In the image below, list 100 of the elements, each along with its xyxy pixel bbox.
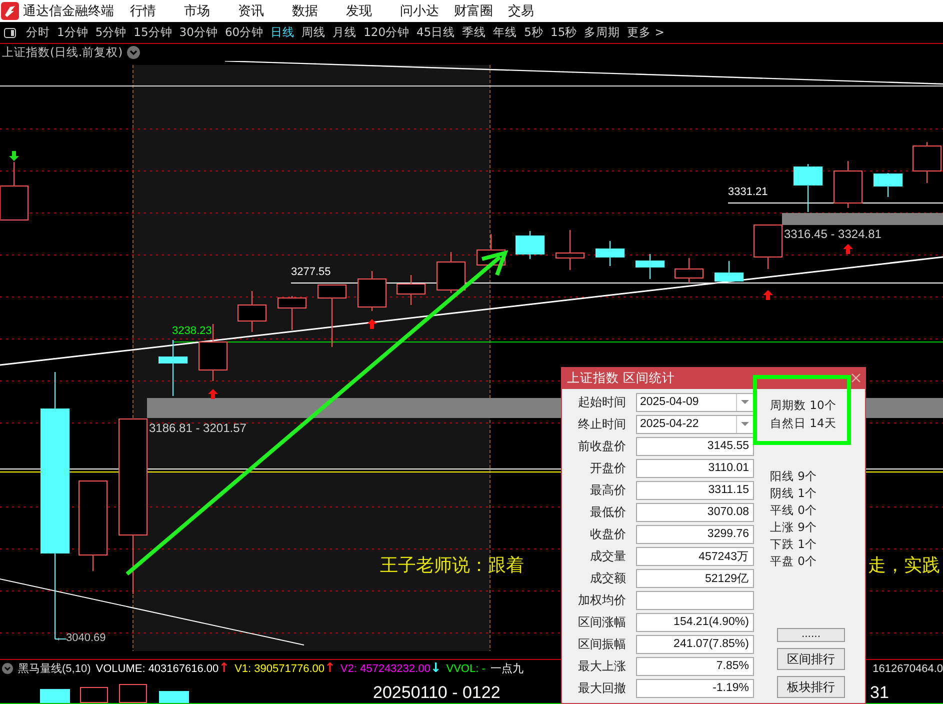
period-tab[interactable]: 日线 bbox=[270, 25, 295, 40]
period-tab[interactable]: 5分钟 bbox=[95, 25, 127, 40]
dialog-title: 上证指数 区间统计 bbox=[567, 370, 675, 386]
period-tab[interactable]: 45日线 bbox=[416, 25, 456, 40]
dialog-button[interactable]: 区间排行 bbox=[777, 648, 845, 670]
value-field: 457243万 bbox=[636, 546, 754, 566]
stat-text: 自然日 14天 bbox=[770, 415, 838, 432]
date-label: 31 bbox=[870, 683, 889, 703]
up-arrow-icon bbox=[367, 319, 377, 329]
candlestick bbox=[318, 284, 346, 348]
field-label: 最大上涨 bbox=[577, 658, 626, 674]
period-tab[interactable]: 更多 > bbox=[627, 25, 664, 40]
menu-item[interactable]: 财富圈 bbox=[454, 2, 508, 20]
menu-item[interactable]: 交易 bbox=[508, 2, 562, 20]
value-field: 3145.55 bbox=[636, 436, 754, 456]
field-label: 加权均价 bbox=[577, 592, 626, 608]
date-dropdown[interactable]: 2025-04-09 bbox=[636, 392, 754, 412]
period-tab[interactable]: 60分钟 bbox=[224, 25, 264, 40]
value-field: 3299.76 bbox=[636, 524, 754, 544]
volume-bar bbox=[40, 689, 70, 703]
price-zone-label: 3316.45 - 3324.81 bbox=[784, 227, 882, 241]
period-tab[interactable]: 多周期 bbox=[584, 25, 620, 40]
app-title: 通达信金融终端 bbox=[23, 3, 114, 20]
field-label: 开盘价 bbox=[589, 460, 626, 476]
indicator-value: VVOL: - bbox=[446, 662, 486, 674]
date-range-label: 20250110 - 0122 bbox=[373, 683, 500, 703]
field-label: 区间振幅 bbox=[577, 636, 626, 652]
banner-text: 王子老师说：跟着 bbox=[380, 554, 524, 577]
period-tab[interactable]: 年线 bbox=[493, 25, 518, 40]
menu-item[interactable]: 数据 bbox=[292, 2, 346, 20]
period-tab[interactable]: 15秒 bbox=[550, 25, 578, 40]
price-label: 3238.23 bbox=[172, 325, 212, 337]
dropdown-icon[interactable] bbox=[126, 46, 140, 59]
candlestick bbox=[516, 230, 544, 260]
value-field: 3070.08 bbox=[636, 502, 754, 522]
candlestick bbox=[596, 240, 624, 266]
price-label: 3277.55 bbox=[291, 266, 331, 278]
field-label: 最低价 bbox=[589, 504, 626, 520]
value-field: 3110.01 bbox=[636, 458, 754, 478]
field-label: 最高价 bbox=[589, 482, 626, 498]
value-field: 7.85% bbox=[636, 656, 754, 676]
down-arrow-icon bbox=[9, 151, 19, 161]
value-field: 241.07(7.85%) bbox=[636, 634, 754, 654]
volume-bar bbox=[159, 691, 189, 703]
period-tab[interactable]: 1分钟 bbox=[57, 25, 88, 40]
dropdown-arrow-icon bbox=[741, 422, 749, 426]
volume-bar bbox=[80, 687, 108, 703]
dropdown-arrow-icon bbox=[741, 400, 749, 404]
menu-item[interactable]: 问小达 bbox=[400, 2, 454, 20]
arrow-icon bbox=[126, 250, 508, 576]
candlestick bbox=[476, 234, 506, 266]
chart-title: 上证指数(日线.前复权) bbox=[2, 45, 123, 60]
period-tab[interactable]: 季线 bbox=[462, 25, 486, 40]
period-tab[interactable]: 15分钟 bbox=[134, 25, 172, 40]
field-label: 前收盘价 bbox=[577, 438, 626, 454]
stat-text: 阳线 9个 bbox=[770, 468, 818, 485]
indicator-value: 1612670464.0 bbox=[872, 662, 943, 674]
period-tab[interactable]: 分时 bbox=[26, 25, 50, 40]
period-tab[interactable]: 周线 bbox=[302, 25, 326, 40]
date-dropdown[interactable]: 2025-04-22 bbox=[636, 414, 754, 434]
candlestick bbox=[636, 254, 664, 280]
panel-toggle-icon[interactable] bbox=[4, 28, 16, 38]
menu-item[interactable]: 资讯 bbox=[238, 2, 292, 20]
candlestick bbox=[278, 296, 306, 330]
close-icon[interactable] bbox=[851, 373, 861, 383]
up-arrow-icon bbox=[763, 290, 773, 300]
menu-item[interactable]: 发现 bbox=[346, 2, 400, 20]
up-arrow-icon bbox=[843, 244, 853, 254]
value-field: 52129亿 bbox=[636, 568, 754, 588]
field-label: 收盘价 bbox=[589, 526, 626, 542]
period-tab[interactable]: 5秒 bbox=[524, 25, 544, 40]
banner-text: 走，实践 bbox=[868, 554, 940, 577]
candlestick bbox=[358, 270, 386, 312]
dropdown-icon[interactable] bbox=[2, 663, 13, 674]
period-tab[interactable]: 30分钟 bbox=[179, 25, 218, 40]
indicator-value: 一点九 bbox=[490, 662, 524, 676]
candlestick bbox=[436, 252, 466, 294]
candlestick bbox=[754, 224, 782, 270]
dialog-button[interactable]: 板块排行 bbox=[777, 676, 845, 698]
indicator-name: 黑马量线(5,10) bbox=[18, 662, 91, 676]
stat-text: 周期数 10个 bbox=[770, 397, 838, 414]
candlestick bbox=[556, 230, 584, 270]
trend-arrow: ↑ bbox=[218, 661, 230, 676]
candlestick bbox=[794, 164, 822, 212]
stat-text: 上涨 9个 bbox=[770, 519, 818, 536]
dialog-button[interactable]: ...... bbox=[777, 628, 845, 642]
stat-text: 平线 0个 bbox=[770, 502, 818, 519]
low-price-label: ←3040.69 bbox=[55, 632, 106, 644]
menu-item[interactable]: 行情 bbox=[130, 2, 184, 20]
field-label: 成交量 bbox=[589, 548, 626, 564]
candlestick bbox=[714, 260, 744, 282]
indicator-value: V1: 390571776.00 bbox=[234, 662, 324, 674]
period-tab[interactable]: 月线 bbox=[332, 25, 357, 40]
period-tab[interactable]: 120分钟 bbox=[364, 25, 410, 40]
value-field: 3311.15 bbox=[636, 480, 754, 500]
candlestick bbox=[238, 290, 266, 332]
field-label: 成交额 bbox=[589, 570, 626, 586]
value-field: -1.19% bbox=[636, 678, 754, 698]
up-arrow-icon bbox=[208, 389, 218, 399]
menu-item[interactable]: 市场 bbox=[184, 2, 238, 20]
